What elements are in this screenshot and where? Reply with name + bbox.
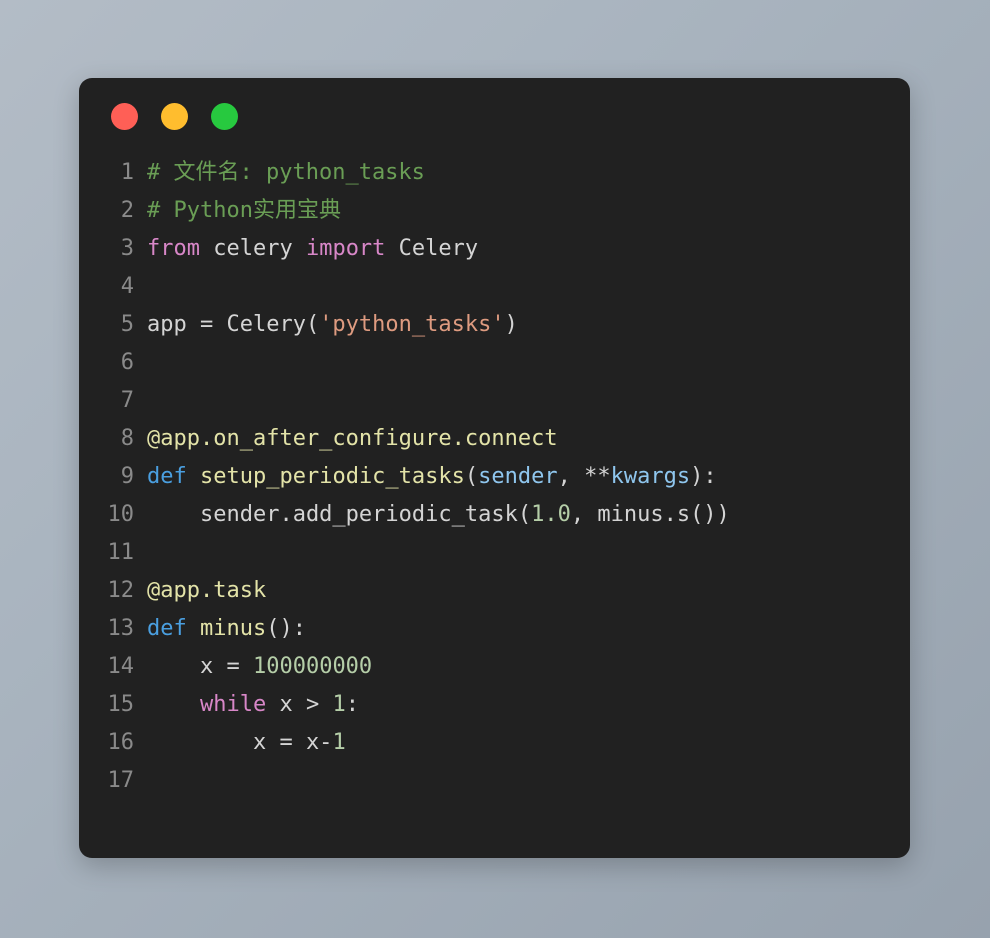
code-token: x = x- xyxy=(147,730,333,755)
code-line[interactable]: 13 def minus(): xyxy=(79,610,910,648)
window-titlebar xyxy=(79,78,910,154)
code-token: (): xyxy=(266,616,306,641)
code-token: 100000000 xyxy=(252,654,373,679)
code-token: from xyxy=(147,236,200,261)
line-number: 3 xyxy=(120,236,134,261)
code-line[interactable]: 17 xyxy=(79,762,910,800)
code-line-content: @app.task xyxy=(147,572,266,610)
code-token: def xyxy=(147,616,187,641)
line-number: 17 xyxy=(107,768,135,793)
code-line[interactable]: 6 xyxy=(79,344,910,382)
code-line[interactable]: 4 xyxy=(79,268,910,306)
code-line-content: def setup_periodic_tasks(sender, **kwarg… xyxy=(147,458,717,496)
code-token: @app.task xyxy=(147,578,267,603)
code-token: 1 xyxy=(332,730,346,755)
line-number: 6 xyxy=(120,350,134,375)
code-line[interactable]: 15 while x > 1: xyxy=(79,686,910,724)
code-token: def xyxy=(147,464,187,489)
line-number: 9 xyxy=(120,464,134,489)
code-line-content: # 文件名: python_tasks xyxy=(147,154,425,192)
code-line[interactable]: 2 # Python实用宝典 xyxy=(79,192,910,230)
line-number: 10 xyxy=(107,502,135,527)
code-token: Celery xyxy=(385,236,479,261)
line-number: 8 xyxy=(120,426,134,451)
code-line[interactable]: 8 @app.on_after_configure.connect xyxy=(79,420,910,458)
minimize-window-button[interactable] xyxy=(161,102,188,130)
code-token: kwargs xyxy=(610,464,691,489)
code-token: app = Celery( xyxy=(147,312,320,337)
code-token: minus xyxy=(200,616,267,641)
code-line[interactable]: 9 def setup_periodic_tasks(sender, **kwar… xyxy=(79,458,910,496)
code-line-content: # Python实用宝典 xyxy=(147,192,341,230)
line-number: 7 xyxy=(120,388,134,413)
code-line[interactable]: 7 xyxy=(79,382,910,420)
line-number: 14 xyxy=(107,654,135,679)
code-token: 1 xyxy=(332,692,346,717)
code-token: celery xyxy=(199,236,306,261)
code-line-content: from celery import Celery xyxy=(147,230,478,268)
code-line[interactable]: 1 # 文件名: python_tasks xyxy=(79,154,910,192)
code-line-content: @app.on_after_configure.connect xyxy=(147,420,558,458)
code-token: 'python_tasks' xyxy=(319,312,505,337)
code-token: while xyxy=(199,692,267,717)
code-token: ): xyxy=(690,464,717,489)
code-line-content: app = Celery('python_tasks') xyxy=(147,306,518,344)
code-snippet-card: 1 # 文件名: python_tasks 2 # Python实用宝典 3 from c… xyxy=(79,78,910,858)
line-number: 4 xyxy=(120,274,134,299)
code-line[interactable]: 5 app = Celery('python_tasks') xyxy=(79,306,910,344)
line-number: 1 xyxy=(120,160,134,185)
code-line-content: x = x-1 xyxy=(147,724,346,762)
code-token: : xyxy=(345,692,359,717)
code-editor-area[interactable]: 1 # 文件名: python_tasks 2 # Python实用宝典 3 from c… xyxy=(79,154,910,800)
close-window-button[interactable] xyxy=(111,102,138,130)
maximize-window-button[interactable] xyxy=(211,102,238,130)
code-line[interactable]: 11 xyxy=(79,534,910,572)
code-token: 1.0 xyxy=(531,502,571,527)
code-token: import xyxy=(305,236,386,261)
code-token: sender.add_periodic_task( xyxy=(147,502,532,527)
line-number: 2 xyxy=(120,198,134,223)
code-line-content: sender.add_periodic_task(1.0, minus.s()) xyxy=(147,496,730,534)
code-token: , minus.s()) xyxy=(570,502,730,527)
code-token: # 文件名: python_tasks xyxy=(147,160,425,185)
code-token: # Python实用宝典 xyxy=(147,198,341,223)
code-token: x = xyxy=(147,654,253,679)
code-line-content: def minus(): xyxy=(147,610,306,648)
code-token: x > xyxy=(266,692,333,717)
code-token: @app.on_after_configure.connect xyxy=(147,426,558,451)
code-line[interactable]: 14 x = 100000000 xyxy=(79,648,910,686)
code-line[interactable]: 3 from celery import Celery xyxy=(79,230,910,268)
line-number: 11 xyxy=(107,540,135,565)
line-number: 12 xyxy=(107,578,135,603)
code-token: sender xyxy=(478,464,558,489)
code-line-content: while x > 1: xyxy=(147,686,359,724)
code-token: ) xyxy=(504,312,518,337)
code-token: , ** xyxy=(557,464,611,489)
line-number: 5 xyxy=(120,312,134,337)
code-line[interactable]: 16 x = x-1 xyxy=(79,724,910,762)
code-token: setup_periodic_tasks xyxy=(200,464,465,489)
code-line-content: x = 100000000 xyxy=(147,648,372,686)
code-line[interactable]: 10 sender.add_periodic_task(1.0, minus.s… xyxy=(79,496,910,534)
code-token: ( xyxy=(464,464,479,489)
line-number: 16 xyxy=(107,730,135,755)
code-line[interactable]: 12 @app.task xyxy=(79,572,910,610)
line-number: 15 xyxy=(107,692,135,717)
line-number: 13 xyxy=(107,616,135,641)
